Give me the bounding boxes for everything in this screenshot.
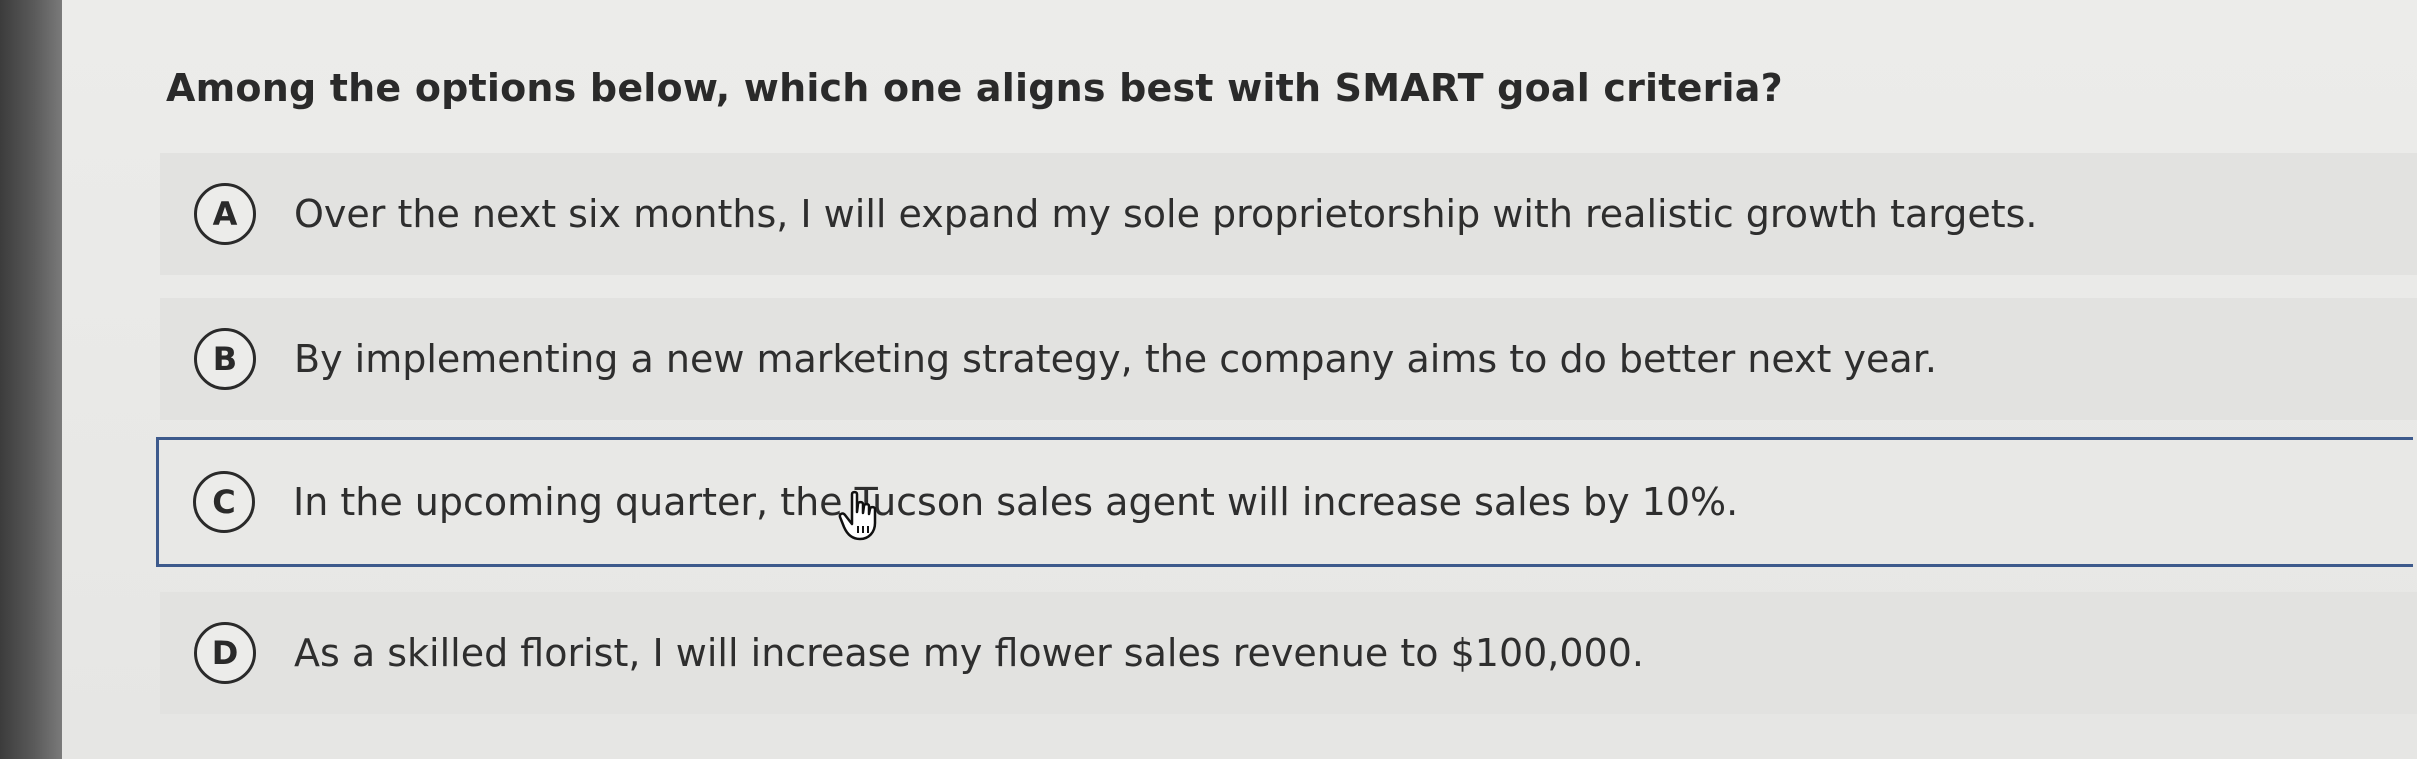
option-a-text: Over the next six months, I will expand … [294,192,2038,236]
option-a[interactable]: A Over the next six months, I will expan… [160,153,2417,275]
option-b[interactable]: B By implementing a new marketing strate… [160,298,2417,420]
screen-bezel [0,0,62,759]
question-text: Among the options below, which one align… [166,66,1783,110]
hand-pointer-icon [838,490,877,541]
option-c-letter: C [193,471,255,533]
option-d-text: As a skilled florist, I will increase my… [294,631,1644,675]
option-c-text: In the upcoming quarter, the Tucson sale… [293,480,1739,524]
option-a-letter: A [194,183,256,245]
option-b-letter: B [194,328,256,390]
option-b-text: By implementing a new marketing strategy… [294,337,1937,381]
option-c[interactable]: C In the upcoming quarter, the Tucson sa… [156,437,2413,567]
option-d[interactable]: D As a skilled florist, I will increase … [160,592,2417,714]
option-d-letter: D [194,622,256,684]
